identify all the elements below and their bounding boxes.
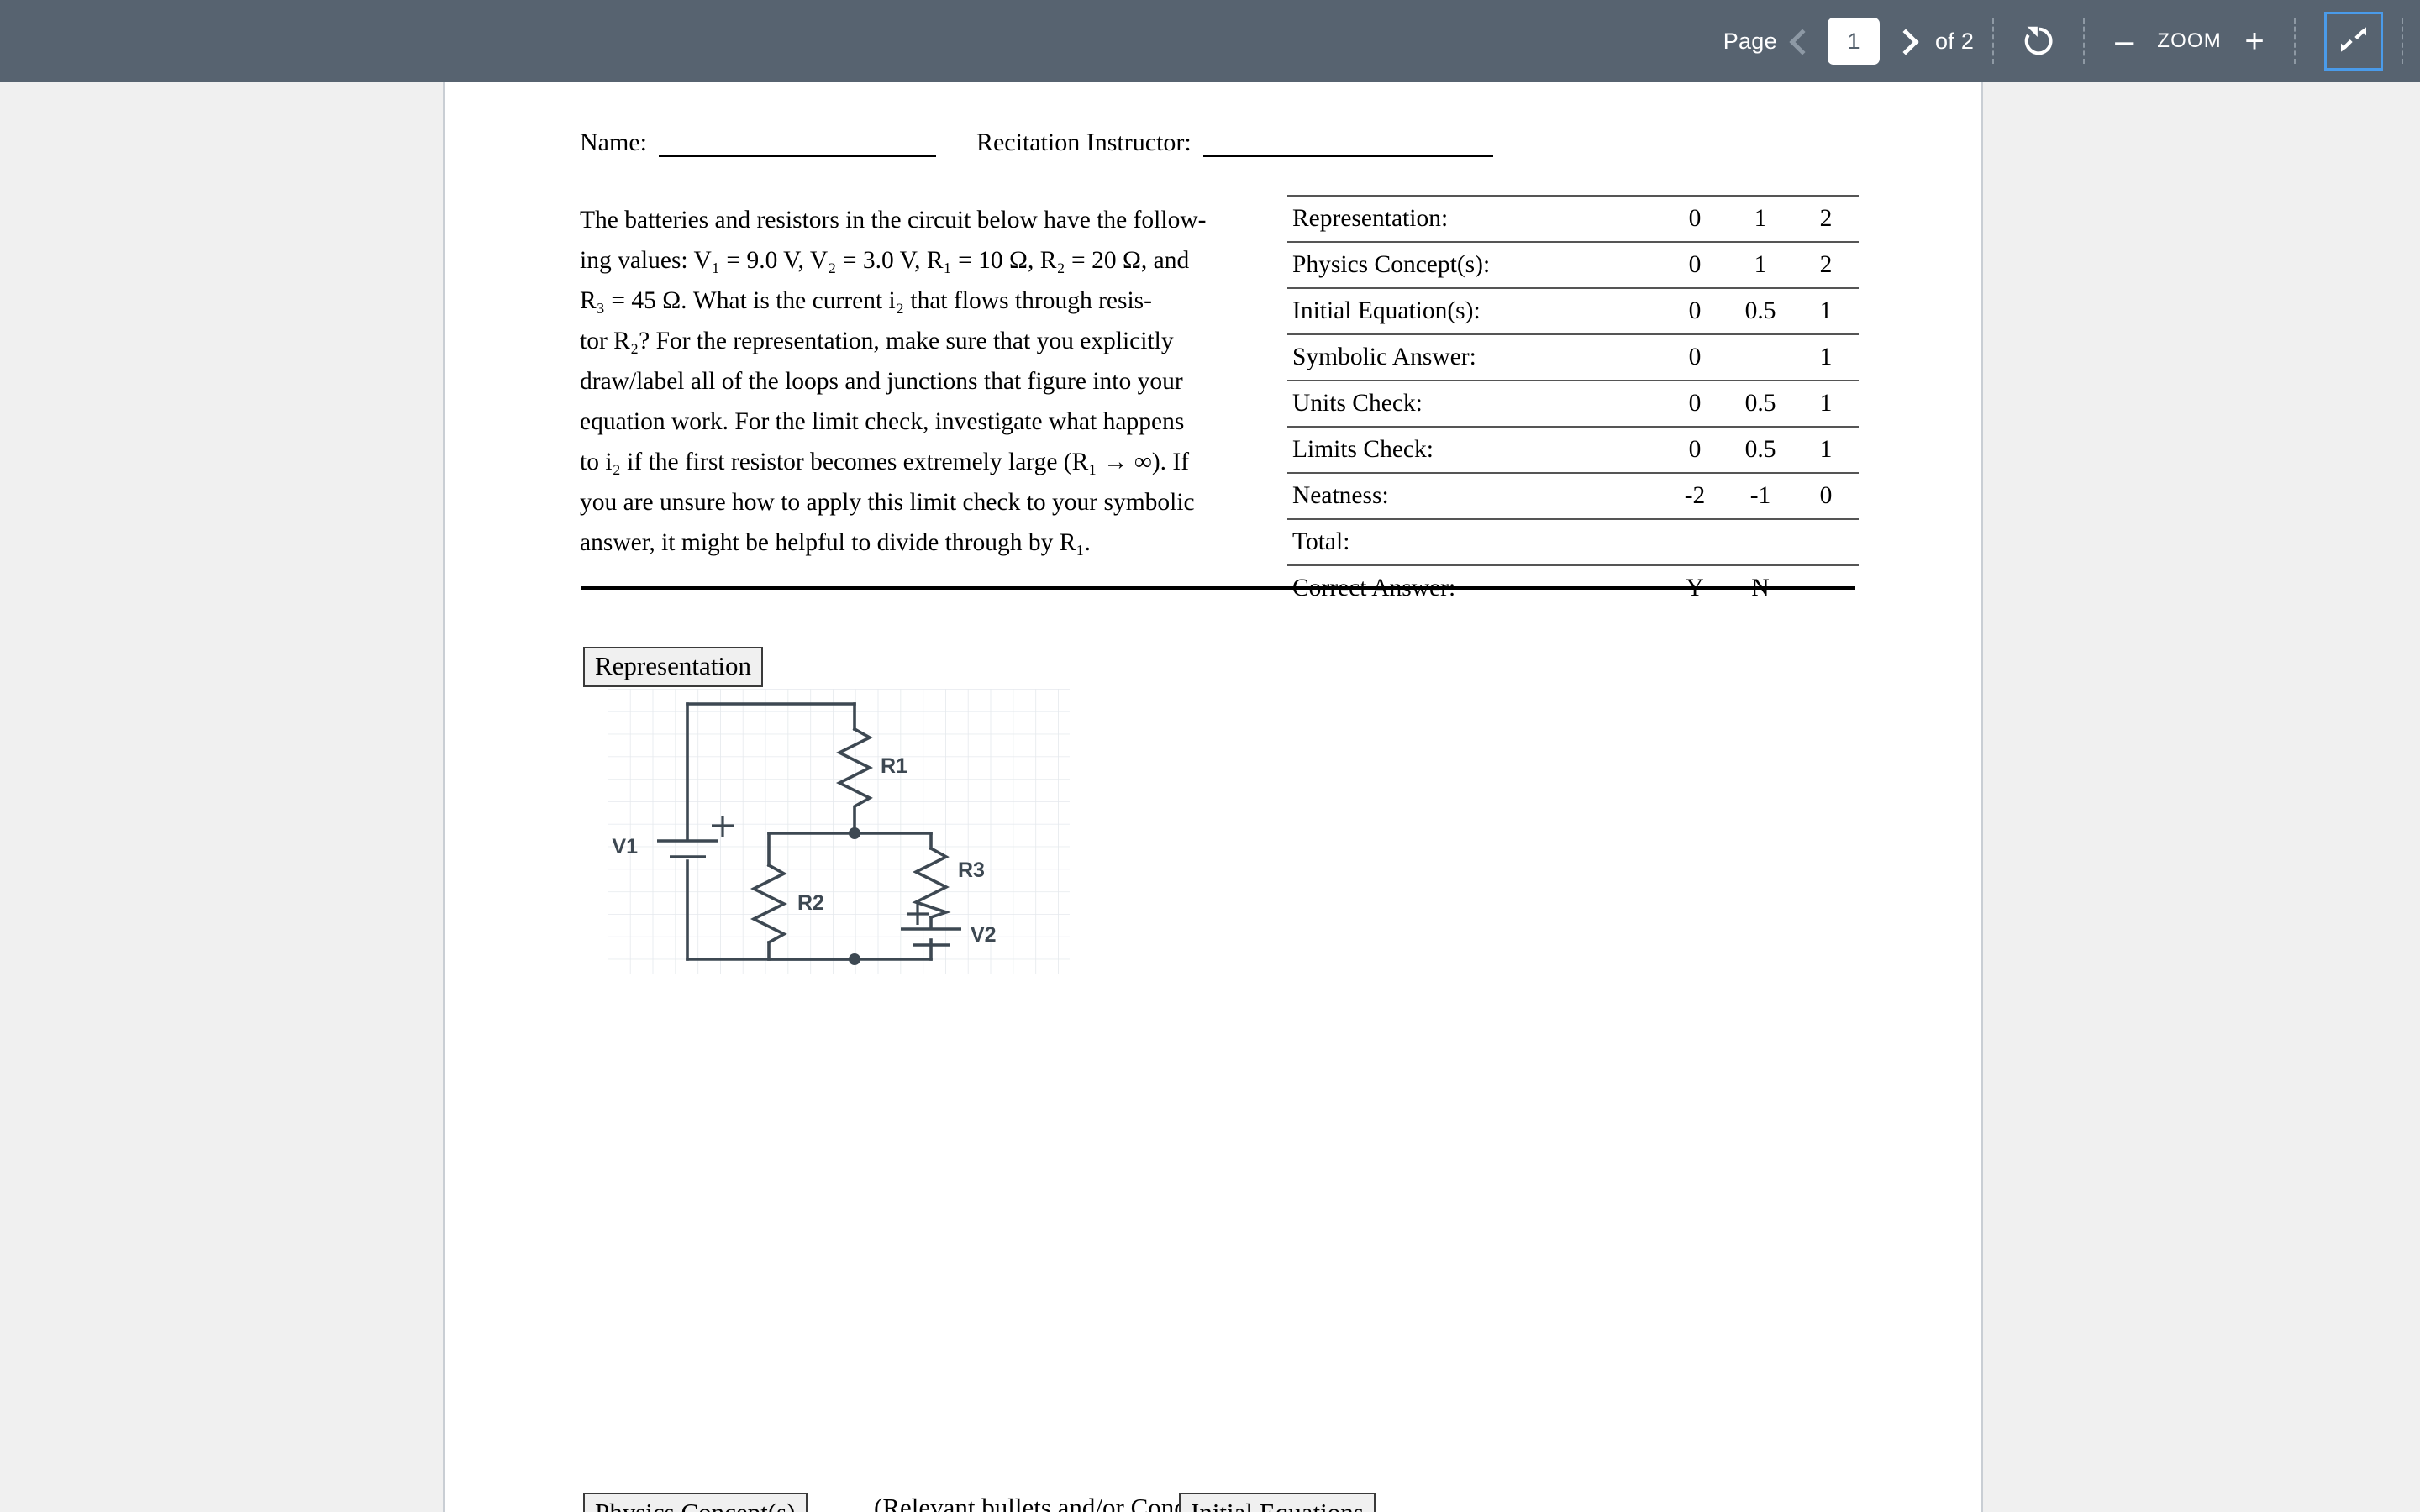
table-row: Physics Concept(s): 0 1 2: [1287, 241, 1859, 288]
rubric-label: Total:: [1287, 518, 1662, 565]
battery-v2-label: V2: [971, 923, 997, 947]
rubric-score[interactable]: 0: [1662, 380, 1728, 427]
problem-statement: The batteries and resistors in the circu…: [580, 200, 1273, 563]
instructor-label: Recitation Instructor:: [976, 129, 1192, 156]
name-label: Name:: [580, 129, 647, 156]
problem-line: tor R₂? For the representation, make sur…: [580, 328, 1174, 354]
rubric-label: Symbolic Answer:: [1287, 333, 1662, 381]
table-row: Total:: [1287, 518, 1859, 565]
physics-concepts-section-label: Physics Concept(s): [583, 1493, 808, 1512]
toolbar-divider-1: [1992, 18, 1995, 64]
rubric-label: Physics Concept(s):: [1287, 241, 1662, 288]
zoom-in-button[interactable]: +: [2233, 24, 2275, 58]
table-row: Representation: 0 1 2: [1287, 195, 1859, 242]
rubric-label: Neatness:: [1287, 472, 1662, 519]
rubric-score[interactable]: 1: [1793, 380, 1859, 427]
page-count-label: of 2: [1934, 28, 1975, 54]
rubric-label: Units Check:: [1287, 380, 1662, 427]
name-blank-line[interactable]: [658, 155, 936, 157]
rubric-score[interactable]: 0.5: [1728, 287, 1793, 334]
pdf-page: Name: Recitation Instructor: The batteri…: [443, 82, 1983, 1512]
table-row: Neatness: -2 -1 0: [1287, 472, 1859, 519]
pdf-page-viewport[interactable]: Name: Recitation Instructor: The batteri…: [0, 82, 2420, 1512]
grading-rubric-table: Representation: 0 1 2 Physics Concept(s)…: [1287, 195, 1859, 611]
table-row: Symbolic Answer: 0 1: [1287, 333, 1859, 381]
rubric-score[interactable]: 0: [1662, 287, 1728, 334]
rubric-label: Limits Check:: [1287, 426, 1662, 473]
rotate-clockwise-button[interactable]: [2012, 15, 2065, 67]
rubric-score[interactable]: 0.5: [1728, 426, 1793, 473]
rubric-label: Initial Equation(s):: [1287, 287, 1662, 334]
toolbar-divider-2: [2083, 18, 2086, 64]
rotate-clockwise-icon: [2019, 22, 2058, 60]
problem-line: The batteries and resistors in the circu…: [580, 207, 1207, 234]
table-row: Limits Check: 0 0.5 1: [1287, 426, 1859, 473]
rubric-score[interactable]: 1: [1793, 426, 1859, 473]
rubric-score[interactable]: 0: [1662, 241, 1728, 288]
rubric-score[interactable]: [1793, 518, 1859, 565]
rubric-score[interactable]: 0: [1793, 472, 1859, 519]
resistor-r3-label: R3: [958, 858, 985, 882]
graph-paper-grid: [608, 689, 1070, 974]
table-row: Initial Equation(s): 0 0.5 1: [1287, 287, 1859, 334]
worksheet-content: Name: Recitation Instructor: The batteri…: [445, 82, 1981, 1512]
rubric-score[interactable]: [1662, 518, 1728, 565]
problem-line: ing values: V₁ = 9.0 V, V₂ = 3.0 V, R₁ =…: [580, 247, 1190, 274]
zoom-group: – ZOOM +: [2103, 0, 2275, 82]
pdf-viewer-toolbar: Page of 2 – ZOOM +: [0, 0, 2420, 82]
representation-section-label: Representation: [583, 647, 763, 688]
rubric-score[interactable]: 1: [1793, 287, 1859, 334]
next-page-button[interactable]: [1886, 19, 1930, 63]
rubric-score[interactable]: -2: [1662, 472, 1728, 519]
previous-page-button[interactable]: [1777, 19, 1821, 63]
problem-line: R₃ = 45 Ω. What is the current i₂ that f…: [580, 287, 1152, 314]
table-row: Units Check: 0 0.5 1: [1287, 380, 1859, 427]
rubric-score[interactable]: [1728, 333, 1793, 381]
initial-equations-section-label: Initial Equations: [1179, 1493, 1376, 1512]
page-number-input[interactable]: [1827, 18, 1880, 65]
problem-line: answer, it might be helpful to divide th…: [580, 529, 1092, 556]
resistor-r2-label: R2: [797, 891, 824, 915]
exit-fullscreen-icon: [2337, 23, 2370, 60]
resistor-r1-label: R1: [881, 754, 908, 778]
rubric-score[interactable]: 1: [1728, 195, 1793, 242]
problem-line: equation work. For the limit check, inve…: [580, 408, 1185, 435]
rubric-score[interactable]: -1: [1728, 472, 1793, 519]
rubric-label: Representation:: [1287, 195, 1662, 242]
rubric-score[interactable]: [1728, 518, 1793, 565]
zoom-label: ZOOM: [2157, 29, 2222, 52]
rubric-score[interactable]: 1: [1728, 241, 1793, 288]
zoom-out-button[interactable]: –: [2103, 24, 2145, 58]
rubric-score[interactable]: 0.5: [1728, 380, 1793, 427]
page-navigation-group: Page of 2: [1723, 0, 1975, 82]
section-divider-rule: [581, 586, 1855, 590]
battery-v1-label: V1: [612, 835, 638, 858]
name-row: Name: Recitation Instructor:: [580, 129, 1857, 162]
problem-line: you are unsure how to apply this limit c…: [580, 489, 1195, 516]
rubric-score[interactable]: 0: [1662, 195, 1728, 242]
problem-line: draw/label all of the loops and junction…: [580, 368, 1183, 395]
rubric-score[interactable]: 2: [1793, 241, 1859, 288]
instructor-blank-line[interactable]: [1202, 155, 1493, 157]
junction-dot-top: [849, 827, 860, 839]
rubric-score[interactable]: 1: [1793, 333, 1859, 381]
page-label: Page: [1723, 28, 1777, 54]
rubric-score[interactable]: 0: [1662, 333, 1728, 381]
circuit-diagram: V1 V2 R1 R2 R3: [608, 689, 1070, 974]
junction-dot-bottom: [849, 953, 860, 965]
toolbar-divider-4: [2402, 18, 2403, 64]
exit-fullscreen-button[interactable]: [2324, 12, 2383, 71]
toolbar-divider-3: [2294, 18, 2296, 64]
problem-line: to i₂ if the first resistor becomes extr…: [580, 449, 1190, 475]
rubric-score[interactable]: 0: [1662, 426, 1728, 473]
rubric-score[interactable]: 2: [1793, 195, 1859, 242]
